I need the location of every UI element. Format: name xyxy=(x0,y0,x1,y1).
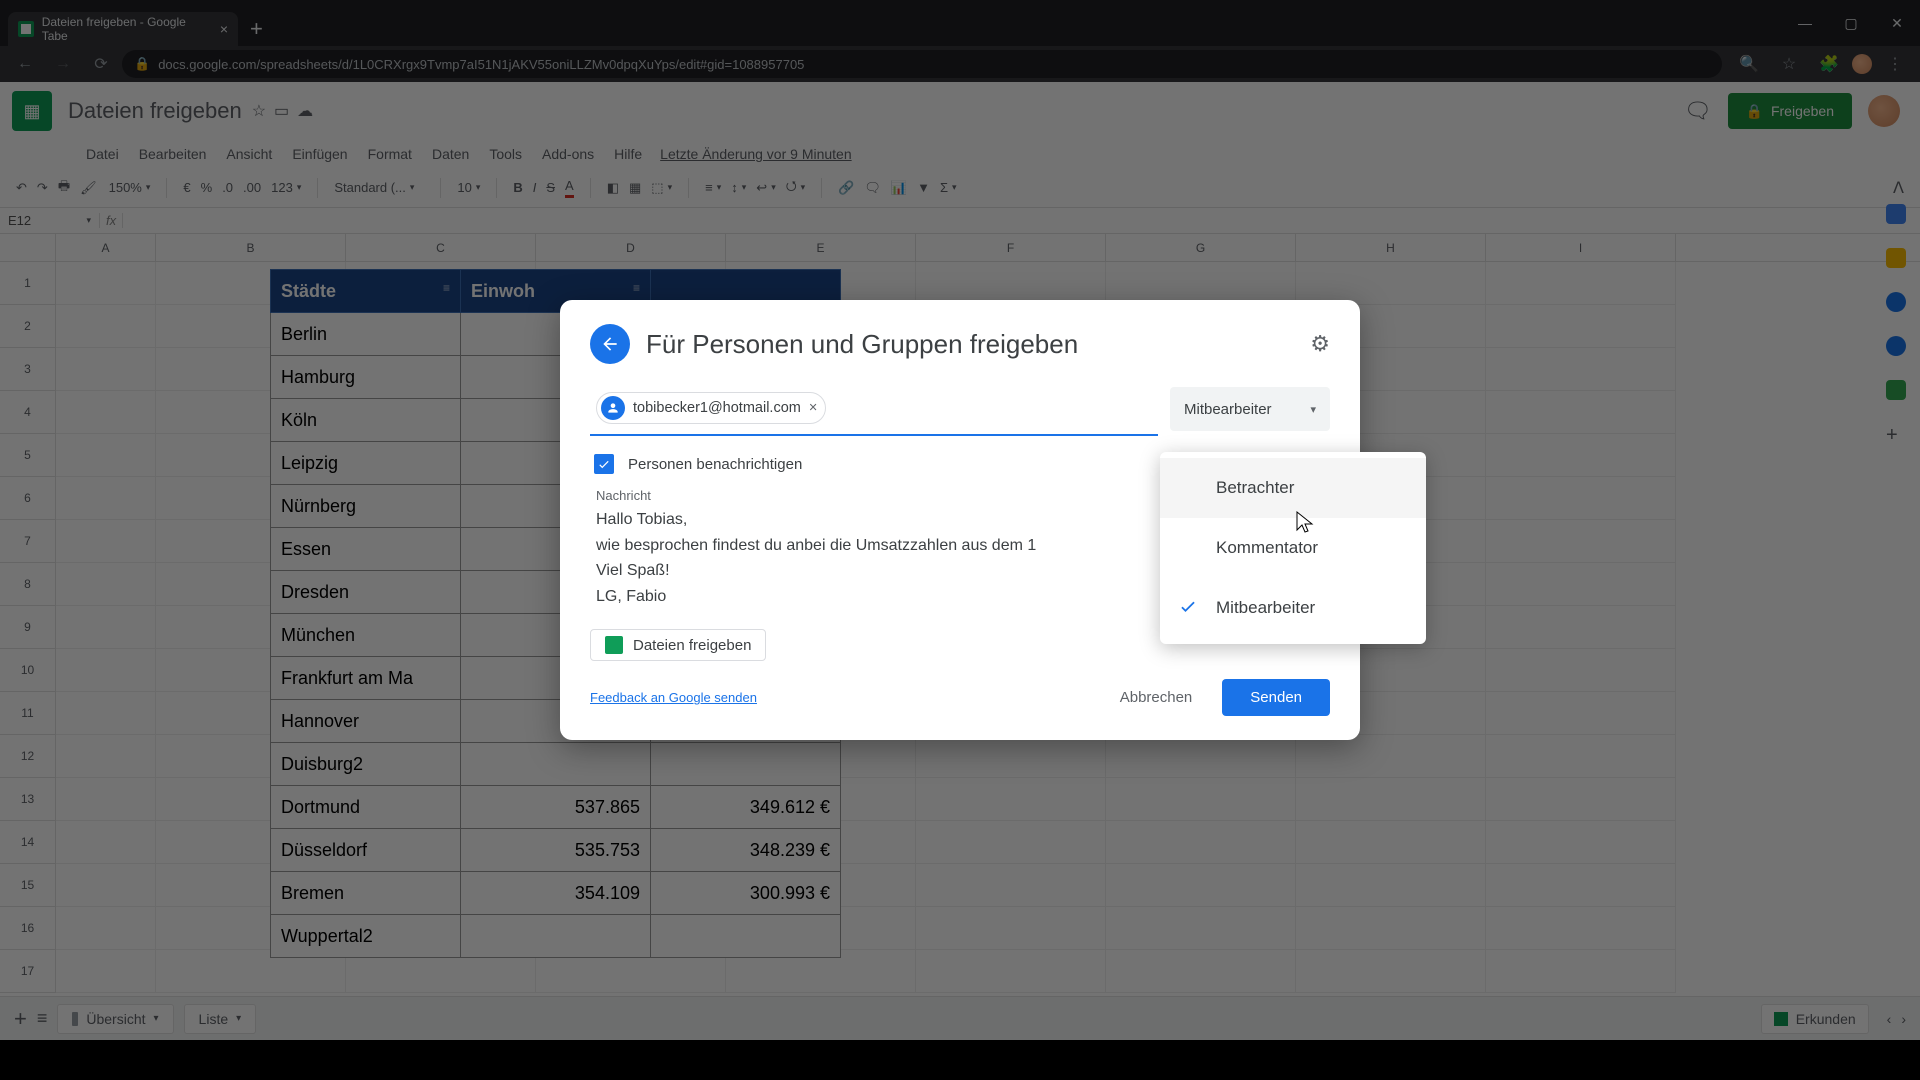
dialog-back-button[interactable] xyxy=(590,324,630,364)
check-icon xyxy=(1178,596,1198,621)
role-option-label: Betrachter xyxy=(1216,478,1294,498)
notify-checkbox[interactable] xyxy=(594,454,614,474)
attached-file-name: Dateien freigeben xyxy=(633,637,751,654)
dialog-title: Für Personen und Gruppen freigeben xyxy=(646,329,1294,360)
feedback-link[interactable]: Feedback an Google senden xyxy=(590,690,757,705)
sheets-file-icon xyxy=(605,636,623,654)
recipient-input[interactable]: tobibecker1@hotmail.com × xyxy=(590,382,1158,436)
role-option-label: Kommentator xyxy=(1216,538,1318,558)
recipient-email: tobibecker1@hotmail.com xyxy=(633,400,801,416)
role-option-viewer[interactable]: Betrachter xyxy=(1160,458,1426,518)
role-select[interactable]: Mitbearbeiter xyxy=(1170,387,1330,431)
role-option-editor[interactable]: Mitbearbeiter xyxy=(1160,578,1426,638)
dialog-settings-icon[interactable]: ⚙ xyxy=(1310,331,1330,357)
attached-file-chip[interactable]: Dateien freigeben xyxy=(590,629,766,661)
role-select-label: Mitbearbeiter xyxy=(1184,401,1272,418)
remove-recipient-icon[interactable]: × xyxy=(809,400,817,416)
person-icon xyxy=(601,396,625,420)
notify-label: Personen benachrichtigen xyxy=(628,456,802,473)
send-button[interactable]: Senden xyxy=(1222,679,1330,716)
role-menu: Betrachter Kommentator Mitbearbeiter xyxy=(1160,452,1426,644)
cancel-button[interactable]: Abbrechen xyxy=(1106,679,1207,716)
role-option-commenter[interactable]: Kommentator xyxy=(1160,518,1426,578)
role-option-label: Mitbearbeiter xyxy=(1216,598,1315,618)
recipient-chip[interactable]: tobibecker1@hotmail.com × xyxy=(596,392,826,424)
